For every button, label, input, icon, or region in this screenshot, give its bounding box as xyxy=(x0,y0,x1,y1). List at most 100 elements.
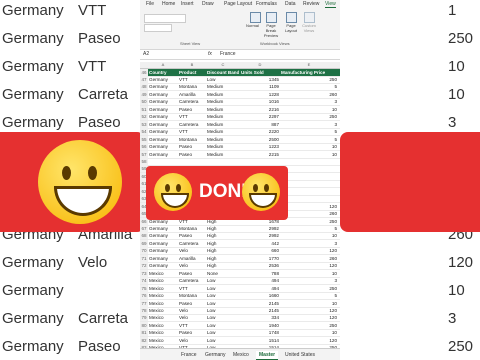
table-cell[interactable]: 494 xyxy=(241,278,279,283)
row-number[interactable]: 69 xyxy=(140,239,148,247)
table-cell[interactable]: 250 xyxy=(281,286,337,291)
table-cell[interactable]: Velo xyxy=(179,263,205,268)
table-cell[interactable]: 1228 xyxy=(241,92,279,97)
table-cell[interactable]: Montana xyxy=(179,137,205,142)
row-number[interactable]: 67 xyxy=(140,225,148,232)
table-cell[interactable]: Germany xyxy=(149,92,177,97)
table-cell[interactable]: Velo xyxy=(179,338,205,343)
table-cell[interactable]: Carretera xyxy=(179,99,205,104)
table-cell[interactable]: Low xyxy=(207,301,239,306)
table-cell[interactable]: Medium xyxy=(207,137,239,142)
table-cell[interactable]: 10 xyxy=(281,271,337,276)
table-cell[interactable]: 120 xyxy=(281,248,337,253)
row-number[interactable]: 80 xyxy=(140,321,148,329)
menu-item-insert[interactable]: Insert xyxy=(181,1,194,7)
sheet-tab-germany[interactable]: Germany xyxy=(202,351,229,359)
table-cell[interactable]: Velo xyxy=(179,315,205,320)
row-number[interactable]: 46 xyxy=(140,69,148,76)
table-cell[interactable]: VTT xyxy=(179,286,205,291)
table-cell[interactable]: Low xyxy=(207,338,239,343)
table-cell[interactable]: 2220 xyxy=(241,129,279,134)
table-cell[interactable]: 120 xyxy=(281,308,337,313)
table-cell[interactable]: Germany xyxy=(149,107,177,112)
table-cell[interactable]: Medium xyxy=(207,84,239,89)
table-cell[interactable]: Carretera xyxy=(179,122,205,127)
table-cell[interactable]: 2536 xyxy=(241,263,279,268)
table-cell[interactable]: Mexico xyxy=(149,278,177,283)
menu-item-view[interactable]: View xyxy=(325,1,336,8)
row-number[interactable]: 79 xyxy=(140,314,148,322)
table-cell[interactable]: Germany xyxy=(149,129,177,134)
table-cell[interactable]: Low xyxy=(207,286,239,291)
table-cell[interactable]: 120 xyxy=(281,204,337,209)
table-cell[interactable]: Low xyxy=(207,323,239,328)
table-cell[interactable]: 2992 xyxy=(241,233,279,238)
column-header-b[interactable]: B xyxy=(178,62,206,67)
table-cell[interactable]: Germany xyxy=(149,152,177,157)
table-cell[interactable]: Low xyxy=(207,293,239,298)
table-cell[interactable]: 5 xyxy=(281,137,337,142)
row-number[interactable]: 55 xyxy=(140,135,148,143)
row-number[interactable]: 81 xyxy=(140,329,148,337)
table-cell[interactable]: Medium xyxy=(207,144,239,149)
table-cell[interactable]: 120 xyxy=(281,315,337,320)
table-cell[interactable]: 887 xyxy=(241,122,279,127)
row-number[interactable]: 52 xyxy=(140,113,148,121)
table-cell[interactable]: Mexico xyxy=(149,293,177,298)
table-cell[interactable]: 1514 xyxy=(241,338,279,343)
menu-item-formulas[interactable]: Formulas xyxy=(256,1,277,7)
page-layout-icon[interactable] xyxy=(286,12,297,23)
row-number[interactable]: 56 xyxy=(140,143,148,151)
table-cell[interactable]: High xyxy=(207,233,239,238)
table-cell[interactable]: 788 xyxy=(241,271,279,276)
row-number[interactable]: 68 xyxy=(140,232,148,240)
table-cell[interactable]: None xyxy=(207,271,239,276)
table-cell[interactable]: Montana xyxy=(179,293,205,298)
table-cell[interactable]: 5 xyxy=(281,129,337,134)
table-cell[interactable]: Mexico xyxy=(149,286,177,291)
row-number[interactable]: 74 xyxy=(140,277,148,285)
table-cell[interactable]: Medium xyxy=(207,107,239,112)
table-cell[interactable]: 2216 xyxy=(241,107,279,112)
table-cell[interactable]: 1016 xyxy=(241,99,279,104)
table-cell[interactable]: 2500 xyxy=(241,137,279,142)
menu-item-home[interactable]: Home xyxy=(162,1,175,7)
row-number[interactable]: 58 xyxy=(140,157,148,165)
table-cell[interactable]: 2145 xyxy=(241,308,279,313)
column-header-e[interactable]: E xyxy=(280,62,338,67)
table-cell[interactable]: Germany xyxy=(149,77,177,82)
table-cell[interactable]: 1223 xyxy=(241,144,279,149)
menu-item-review[interactable]: Review xyxy=(303,1,319,7)
table-cell[interactable]: Germany xyxy=(149,241,177,246)
table-cell[interactable]: Medium xyxy=(207,122,239,127)
table-cell[interactable]: 120 xyxy=(281,263,337,268)
row-number[interactable]: 49 xyxy=(140,90,148,98)
table-cell[interactable]: VTT xyxy=(179,129,205,134)
table-cell[interactable]: Velo xyxy=(179,308,205,313)
column-title[interactable]: Country xyxy=(149,70,177,75)
table-cell[interactable]: Medium xyxy=(207,114,239,119)
table-cell[interactable]: 5 xyxy=(281,293,337,298)
table-cell[interactable]: Germany xyxy=(149,256,177,261)
row-number[interactable]: 54 xyxy=(140,128,148,136)
table-cell[interactable]: VTT xyxy=(179,77,205,82)
row-number[interactable]: 57 xyxy=(140,150,148,158)
table-cell[interactable]: High xyxy=(207,241,239,246)
row-number[interactable]: 75 xyxy=(140,284,148,292)
row-number[interactable]: 76 xyxy=(140,292,148,300)
table-cell[interactable]: 660 xyxy=(241,248,279,253)
table-cell[interactable]: VTT xyxy=(179,114,205,119)
column-header-a[interactable]: A xyxy=(148,62,178,67)
sheet-tab-master[interactable]: Master xyxy=(256,351,279,360)
table-cell[interactable]: 120 xyxy=(281,338,337,343)
sheet-view-dropdown[interactable] xyxy=(144,14,186,23)
table-cell[interactable]: Germany xyxy=(149,144,177,149)
table-cell[interactable]: High xyxy=(207,263,239,268)
table-cell[interactable]: 1770 xyxy=(241,256,279,261)
table-cell[interactable]: 1109 xyxy=(241,84,279,89)
table-cell[interactable]: Low xyxy=(207,330,239,335)
table-cell[interactable]: High xyxy=(207,226,239,231)
table-cell[interactable]: Low xyxy=(207,315,239,320)
normal-view-label[interactable]: Normal xyxy=(246,23,259,28)
table-cell[interactable]: Germany xyxy=(149,233,177,238)
